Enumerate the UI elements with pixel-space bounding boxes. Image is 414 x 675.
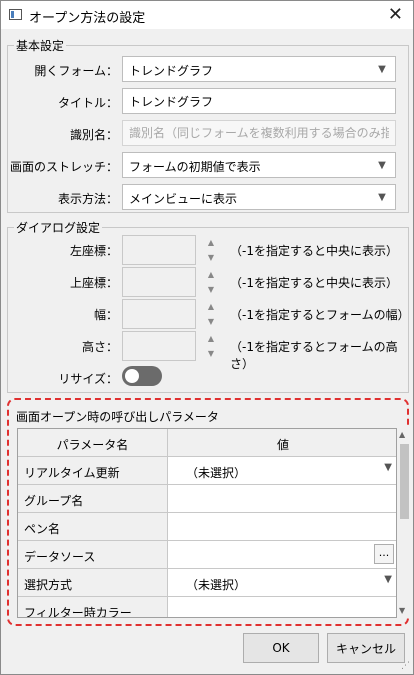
header-param-name: パラメータ名 — [18, 429, 168, 456]
parameters-panel: 画面オープン時の呼び出しパラメータ パラメータ名 値 リアルタイム更新 （未選択… — [7, 398, 411, 626]
scroll-up-icon[interactable]: ▲ — [399, 430, 405, 439]
dialog-settings-group: ダイアログ設定 左座標： ▲ ▼ （-1を指定すると中央に表示） 上座標： ▲ … — [7, 219, 410, 393]
filter-color-cell[interactable] — [168, 597, 396, 617]
width-stepper[interactable]: ▲ ▼ — [198, 299, 224, 329]
row-name: フィルター時カラー — [18, 597, 168, 617]
close-icon[interactable]: ✕ — [388, 4, 403, 25]
display-label: 表示方法： — [57, 192, 118, 206]
parameters-title: 画面オープン時の呼び出しパラメータ — [16, 410, 219, 424]
spin-down-icon[interactable]: ▼ — [198, 282, 224, 297]
height-label: 高さ： — [81, 340, 118, 354]
width-label: 幅： — [93, 308, 118, 322]
open-form-label: 開くフォーム： — [34, 64, 118, 78]
width-field[interactable] — [122, 299, 196, 329]
basic-settings-group: 基本設定 開くフォーム： トレンドグラフ ▼ タイトル： 識別名： 画面のストレ… — [7, 37, 409, 213]
chevron-down-icon[interactable]: ▼ — [384, 574, 392, 585]
top-coord-field[interactable] — [122, 267, 196, 297]
window-title: オープン方法の設定 — [29, 11, 146, 26]
spin-down-icon[interactable]: ▼ — [198, 314, 224, 329]
spin-up-icon[interactable]: ▲ — [198, 331, 224, 346]
height-field[interactable] — [122, 331, 196, 361]
chevron-down-icon[interactable]: ▼ — [369, 57, 395, 81]
table-row: フィルター時カラー — [18, 597, 396, 617]
open-form-select[interactable]: トレンドグラフ ▼ — [122, 56, 396, 82]
left-coord-stepper[interactable]: ▲ ▼ — [198, 235, 224, 265]
identifier-field[interactable] — [122, 120, 396, 146]
data-source-cell[interactable]: ... — [168, 541, 396, 568]
row-name: グループ名 — [18, 485, 168, 512]
spin-up-icon[interactable]: ▲ — [198, 235, 224, 250]
header-value: 値 — [168, 429, 396, 456]
browse-button[interactable]: ... — [374, 544, 394, 564]
window-icon — [9, 9, 22, 20]
chevron-down-icon[interactable]: ▼ — [369, 185, 395, 209]
left-coord-field[interactable] — [122, 235, 196, 265]
title-bar: オープン方法の設定 ✕ — [1, 1, 413, 29]
stretch-label: 画面のストレッチ： — [9, 160, 118, 174]
spin-down-icon[interactable]: ▼ — [198, 346, 224, 361]
basic-settings-legend: 基本設定 — [14, 37, 67, 54]
title-label: タイトル： — [57, 96, 118, 110]
table-row: リアルタイム更新 （未選択） ▼ — [18, 457, 396, 485]
grid-header: パラメータ名 値 — [18, 429, 396, 457]
height-stepper[interactable]: ▲ ▼ — [198, 331, 224, 361]
table-row: 選択方式 （未選択） ▼ — [18, 569, 396, 597]
height-hint: （-1を指定するとフォームの高さ） — [230, 340, 398, 371]
spin-down-icon[interactable]: ▼ — [198, 250, 224, 265]
row-name: ペン名 — [18, 513, 168, 540]
realtime-update-select[interactable]: （未選択） ▼ — [168, 457, 396, 484]
top-coord-hint: （-1を指定すると中央に表示） — [230, 276, 398, 290]
top-coord-stepper[interactable]: ▲ ▼ — [198, 267, 224, 297]
toggle-knob — [125, 369, 139, 383]
identifier-label: 識別名： — [69, 128, 118, 142]
grid-scrollbar[interactable]: ▲ ▼ — [397, 428, 411, 618]
dialog-settings-legend: ダイアログ設定 — [14, 219, 103, 236]
left-coord-label: 左座標： — [69, 244, 118, 258]
resize-label: リサイズ： — [58, 372, 118, 386]
pen-name-cell[interactable] — [168, 513, 396, 540]
spin-up-icon[interactable]: ▲ — [198, 267, 224, 282]
resize-grip-icon[interactable]: ⋰ — [401, 661, 410, 671]
stretch-select[interactable]: フォームの初期値で表示 ▼ — [122, 152, 396, 178]
row-value: （未選択） — [186, 466, 247, 480]
top-coord-label: 上座標： — [69, 276, 118, 290]
chevron-down-icon[interactable]: ▼ — [369, 153, 395, 177]
table-row: ペン名 — [18, 513, 396, 541]
chevron-down-icon[interactable]: ▼ — [384, 462, 392, 473]
group-name-cell[interactable] — [168, 485, 396, 512]
spin-up-icon[interactable]: ▲ — [198, 299, 224, 314]
table-row: データソース ... — [18, 541, 396, 569]
row-name: 選択方式 — [18, 569, 168, 596]
row-value: （未選択） — [186, 578, 247, 592]
stretch-value: フォームの初期値で表示 — [129, 160, 261, 174]
display-select[interactable]: メインビューに表示 ▼ — [122, 184, 396, 210]
selection-method-select[interactable]: （未選択） ▼ — [168, 569, 396, 596]
row-name: リアルタイム更新 — [18, 457, 168, 484]
left-coord-hint: （-1を指定すると中央に表示） — [230, 244, 398, 258]
resize-toggle[interactable] — [122, 366, 162, 386]
width-hint: （-1を指定するとフォームの幅） — [230, 308, 410, 322]
ok-button[interactable]: OK — [243, 633, 319, 663]
scroll-down-icon[interactable]: ▼ — [399, 606, 405, 615]
parameters-grid: パラメータ名 値 リアルタイム更新 （未選択） ▼ グループ名 ペン名 データソ… — [17, 428, 397, 618]
identifier-input[interactable] — [123, 121, 395, 145]
open-form-value: トレンドグラフ — [129, 64, 214, 78]
row-name: データソース — [18, 541, 168, 568]
title-input[interactable] — [123, 89, 395, 113]
cancel-button[interactable]: キャンセル — [327, 633, 405, 663]
table-row: グループ名 — [18, 485, 396, 513]
dialog-window: オープン方法の設定 ✕ 基本設定 開くフォーム： トレンドグラフ ▼ タイトル：… — [0, 0, 414, 675]
display-value: メインビューに表示 — [129, 192, 238, 206]
title-field[interactable] — [122, 88, 396, 114]
scroll-thumb[interactable] — [400, 444, 409, 519]
